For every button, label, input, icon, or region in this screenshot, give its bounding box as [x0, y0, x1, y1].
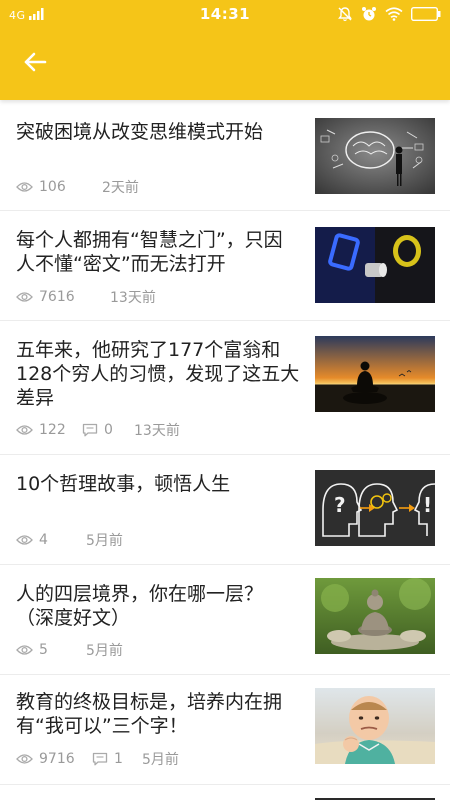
article-item[interactable]: 突破困境从改变思维模式开始 106 2天前: [0, 100, 450, 211]
article-meta: 9716 1 5月前: [16, 749, 179, 769]
eye-icon: [16, 181, 33, 193]
svg-text:?: ?: [334, 493, 346, 517]
article-thumbnail: [315, 688, 435, 764]
article-item[interactable]: 人的四层境界，你在哪一层？（深度好文） 5 5月前: [0, 565, 450, 675]
eye-icon: [16, 644, 33, 656]
view-count: 7616: [39, 289, 75, 305]
view-count: 106: [39, 179, 66, 195]
battery-icon: [410, 6, 441, 24]
article-item[interactable]: 教育的终极目标是，培养内在拥有“我可以”三个字！ 9716 1 5月前: [0, 675, 450, 785]
svg-text:!: !: [423, 493, 432, 517]
article-meta: 122 0 13天前: [16, 420, 180, 440]
article-meta: 5 5月前: [16, 640, 123, 660]
article-title: 人的四层境界，你在哪一层？（深度好文）: [16, 583, 264, 629]
article-thumbnail: ? !: [315, 470, 435, 546]
article-meta: 4 5月前: [16, 530, 123, 550]
article-thumbnail: [315, 336, 435, 412]
publish-time: 5月前: [86, 533, 123, 549]
publish-time: 13天前: [134, 423, 180, 439]
article-meta: 106 2天前: [16, 177, 139, 197]
status-bar: 4G 14:31: [0, 0, 450, 30]
article-title: 五年来，他研究了177个富翁和128个穷人的习惯，发现了这五大差异: [16, 339, 300, 409]
article-thumbnail: [315, 118, 435, 194]
article-meta: 7616 13天前: [16, 287, 156, 307]
publish-time: 2天前: [102, 180, 139, 196]
arrow-left-icon: [23, 52, 47, 76]
app-bar: 4G 14:31: [0, 0, 450, 100]
comment-count: 0: [104, 422, 113, 438]
comment-icon: [82, 423, 98, 437]
back-button[interactable]: [14, 44, 56, 84]
article-title: 教育的终极目标是，培养内在拥有“我可以”三个字！: [16, 691, 283, 737]
view-count: 9716: [39, 751, 75, 767]
article-item[interactable]: 五年来，他研究了177个富翁和128个穷人的习惯，发现了这五大差异 122 0 …: [0, 321, 450, 455]
mute-bell-icon: [337, 6, 353, 25]
comment-count: 1: [114, 751, 123, 767]
comment-icon: [92, 752, 108, 766]
article-thumbnail: [315, 227, 435, 303]
eye-icon: [16, 534, 33, 546]
article-title: 10个哲理故事，顿悟人生: [16, 473, 231, 495]
publish-time: 5月前: [86, 643, 123, 659]
publish-time: 13天前: [110, 290, 156, 306]
view-count: 122: [39, 422, 66, 438]
article-item[interactable]: 每个人都拥有“智慧之门”，只因人不懂“密文”而无法打开 7616 13天前: [0, 211, 450, 321]
article-item[interactable]: [0, 785, 450, 800]
article-item[interactable]: 10个哲理故事，顿悟人生 4 5月前 ? !: [0, 455, 450, 565]
view-count: 4: [39, 532, 48, 548]
wifi-icon: [385, 7, 403, 24]
alarm-icon: [361, 6, 377, 25]
publish-time: 5月前: [142, 752, 179, 768]
eye-icon: [16, 424, 33, 436]
article-thumbnail: [315, 578, 435, 654]
eye-icon: [16, 753, 33, 765]
view-count: 5: [39, 642, 48, 658]
eye-icon: [16, 291, 33, 303]
article-title: 突破困境从改变思维模式开始: [16, 121, 264, 143]
article-title: 每个人都拥有“智慧之门”，只因人不懂“密文”而无法打开: [16, 229, 283, 275]
